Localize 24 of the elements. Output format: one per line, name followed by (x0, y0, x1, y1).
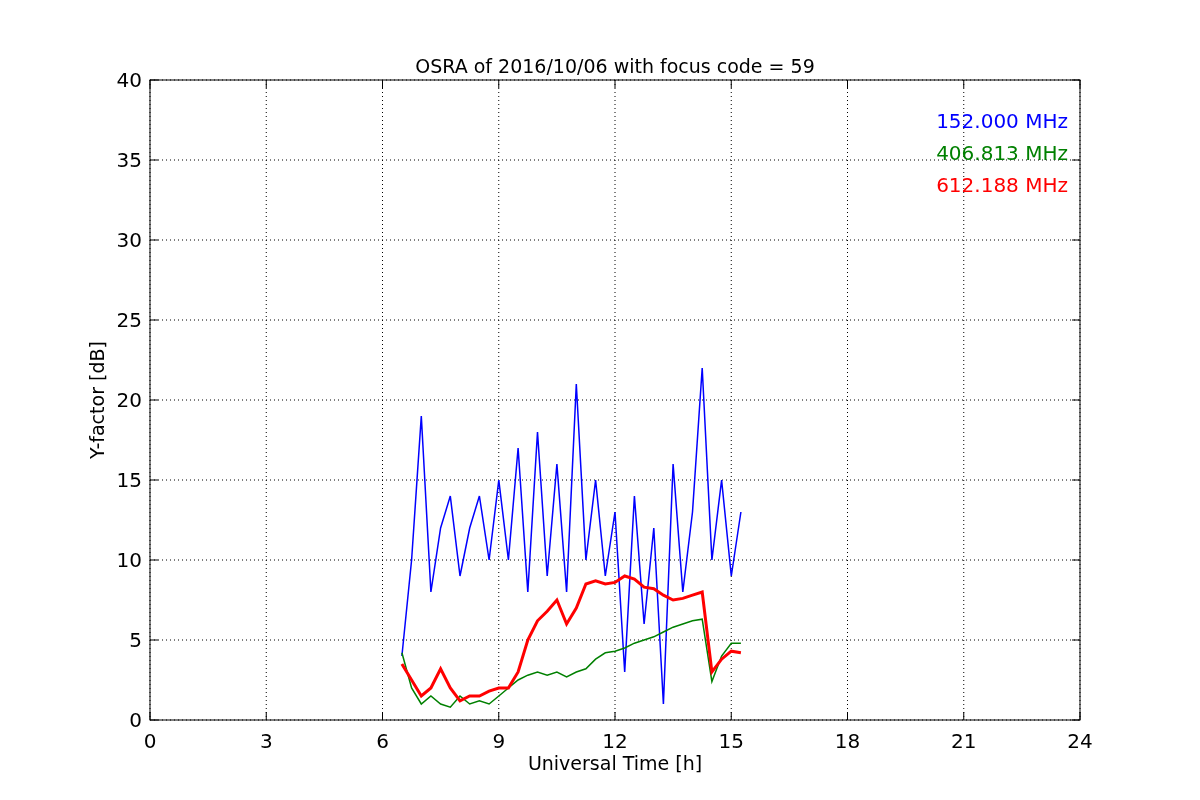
axis-tick-label: 3 (259, 729, 273, 753)
axis-tick-label: 21 (951, 729, 977, 753)
axis-tick-label: 10 (116, 548, 142, 572)
axis-tick-label: 15 (116, 468, 142, 492)
axis-tick-label: 18 (834, 729, 861, 753)
axis-tick-label: 15 (718, 729, 744, 753)
axis-tick-label: 9 (492, 729, 506, 753)
axis-tick-label: 40 (116, 68, 142, 92)
axis-tick-label: 20 (116, 388, 142, 412)
axis-tick-label: 30 (116, 228, 142, 252)
axis-tick-label: 6 (376, 729, 389, 753)
axis-tick-label: 0 (129, 708, 142, 732)
legend-label: 406.813 MHz (936, 141, 1068, 165)
chart-title: OSRA of 2016/10/06 with focus code = 59 (415, 55, 815, 77)
axis-tick-label: 24 (1067, 729, 1093, 753)
axis-tick-label: 25 (116, 308, 142, 332)
axis-tick-label: 0 (143, 729, 157, 753)
y-axis-label: Y-factor [dB] (86, 341, 108, 459)
legend-label: 612.188 MHz (936, 173, 1068, 197)
axis-tick-label: 5 (129, 628, 142, 652)
axis-tick-label: 35 (116, 148, 142, 172)
legend-label: 152.000 MHz (936, 109, 1068, 133)
x-axis-label: Universal Time [h] (527, 752, 703, 774)
axis-tick-label: 12 (602, 729, 628, 753)
